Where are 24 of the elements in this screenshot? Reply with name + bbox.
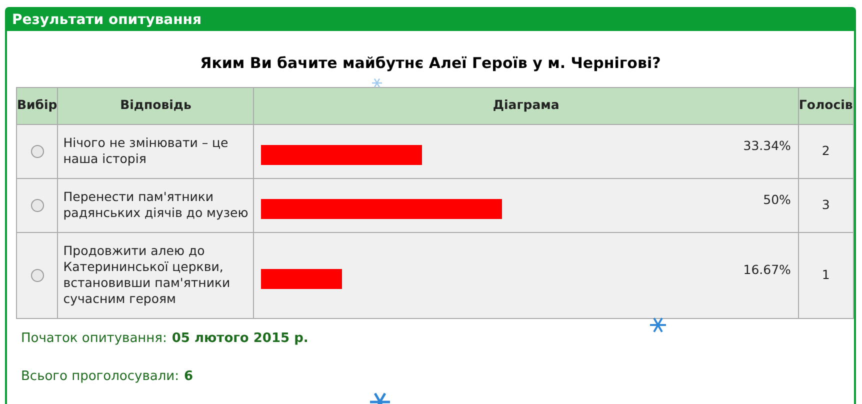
radio-button[interactable] <box>30 198 44 212</box>
percent-label: 16.67% <box>743 261 791 279</box>
answer-text: Продовжити алею до Катерининської церкви, встановивши пам'ятники сучасним героям <box>63 243 232 307</box>
answer-text: Нічого не змінювати – це наша історія <box>63 135 230 167</box>
vote-count: 3 <box>822 196 830 212</box>
snowflake-icon <box>650 317 666 333</box>
start-label: Початок опитування: <box>21 330 167 348</box>
total-label: Всього проголосували: <box>21 368 179 386</box>
radio-button[interactable] <box>30 268 44 282</box>
vote-count: 1 <box>822 266 830 282</box>
column-header: Відповідь <box>58 87 254 124</box>
vote-count: 2 <box>822 142 830 158</box>
panel-title: Результати опитування <box>12 10 202 30</box>
column-header: Діаграма <box>254 87 798 124</box>
column-header: Голосів <box>798 87 854 124</box>
percent-label: 50% <box>763 191 791 209</box>
radio-button[interactable] <box>30 144 44 158</box>
poll-question: Яким Ви бачите майбутнє Алеї Героїв у м. Чернігові? <box>200 53 661 74</box>
percent-label: 33.34% <box>743 137 791 155</box>
start-date: 05 лютого 2015 р. <box>172 330 308 348</box>
answer-text: Перенести пам'ятники радянських діячів до музею <box>63 189 248 221</box>
snowflake-icon <box>372 78 382 88</box>
column-header: Вибір <box>16 87 58 124</box>
total-votes: 6 <box>184 368 194 386</box>
